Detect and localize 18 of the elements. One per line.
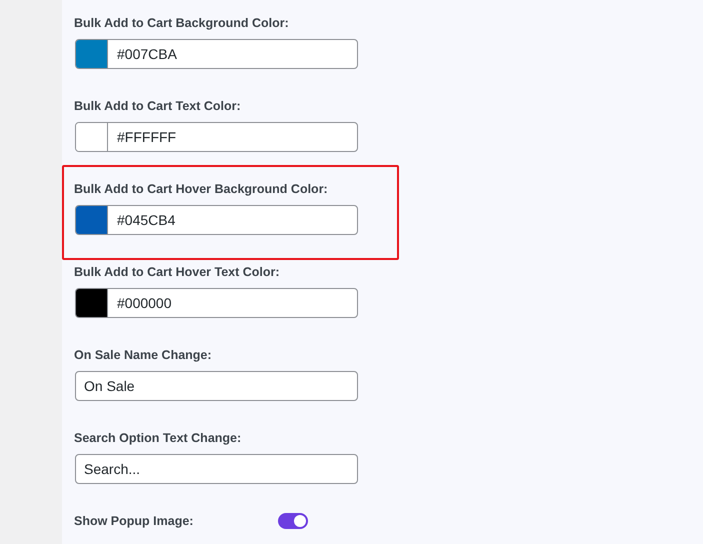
field-label: Bulk Add to Cart Hover Background Color: (74, 181, 328, 197)
field-label: Show Popup Image: (74, 513, 194, 529)
field-label: Bulk Add to Cart Background Color: (74, 15, 289, 31)
field-label: Search Option Text Change: (74, 430, 242, 446)
text-field[interactable]: On Sale (75, 371, 358, 401)
field-label: Bulk Add to Cart Hover Text Color: (74, 264, 280, 280)
color-swatch[interactable] (76, 289, 108, 317)
toggle-switch[interactable] (278, 513, 308, 529)
text-field[interactable]: Search... (75, 454, 358, 484)
color-field[interactable]: #000000 (75, 288, 358, 318)
color-swatch[interactable] (76, 40, 108, 68)
color-field[interactable]: #045CB4 (75, 205, 358, 235)
color-swatch[interactable] (76, 206, 108, 234)
color-swatch[interactable] (76, 123, 108, 151)
color-field[interactable]: #FFFFFF (75, 122, 358, 152)
field-label: Bulk Add to Cart Text Color: (74, 98, 241, 114)
field-label: On Sale Name Change: (74, 347, 212, 363)
color-field[interactable]: #007CBA (75, 39, 358, 69)
